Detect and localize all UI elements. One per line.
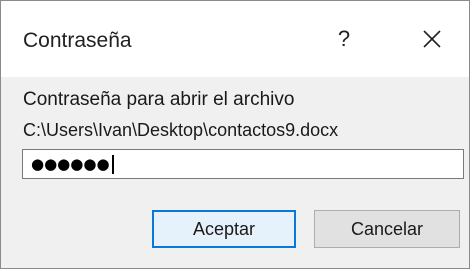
- close-icon: [423, 30, 441, 48]
- password-dialog: Contraseña ? Contraseña para abrir el ar…: [0, 0, 470, 269]
- close-button[interactable]: [415, 22, 449, 56]
- help-button[interactable]: ?: [327, 21, 361, 57]
- title-bar: Contraseña ?: [1, 1, 469, 77]
- file-path-label: C:\Users\Ivan\Desktop\contactos9.docx: [23, 120, 339, 140]
- password-prompt-label: Contraseña para abrir el archivo: [23, 89, 295, 110]
- password-masked-value: ●●●●●●: [31, 155, 110, 173]
- dialog-title: Contraseña: [23, 29, 132, 52]
- cancel-button[interactable]: Cancelar: [314, 210, 460, 248]
- text-caret: [111, 154, 114, 174]
- ok-button[interactable]: Aceptar: [152, 210, 296, 248]
- password-input[interactable]: ●●●●●●: [22, 149, 464, 179]
